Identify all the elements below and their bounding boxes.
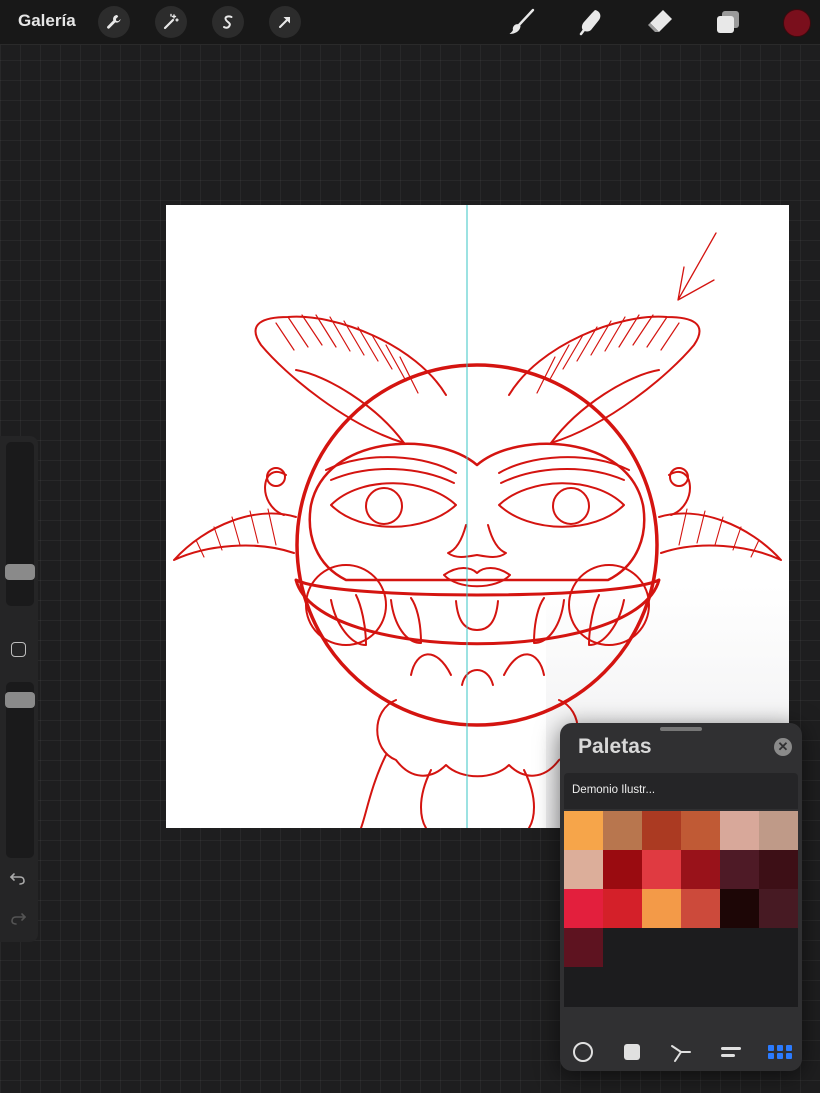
layers-icon[interactable]: [711, 6, 745, 38]
color-swatch[interactable]: [564, 928, 603, 967]
brush-size-slider[interactable]: [6, 442, 34, 606]
undo-icon[interactable]: [8, 868, 28, 894]
eraser-icon[interactable]: [643, 6, 677, 38]
color-swatch[interactable]: [759, 811, 798, 850]
wrench-icon[interactable]: [98, 6, 130, 38]
opacity-slider[interactable]: [6, 682, 34, 858]
panel-title: Paletas: [578, 735, 652, 758]
classic-icon[interactable]: [616, 1033, 648, 1071]
color-swatch[interactable]: [564, 811, 603, 850]
color-swatch[interactable]: [720, 850, 759, 889]
color-swatch[interactable]: [603, 850, 642, 889]
color-swatch[interactable]: [720, 811, 759, 850]
color-swatch[interactable]: [603, 889, 642, 928]
top-toolbar: Galería: [0, 0, 820, 45]
palette-header[interactable]: Demonio Ilustr...: [564, 773, 798, 809]
smudge-icon[interactable]: [574, 6, 608, 38]
current-color-button[interactable]: [783, 9, 811, 37]
panel-grabber[interactable]: [660, 727, 702, 731]
color-swatch[interactable]: [564, 889, 603, 928]
color-swatch[interactable]: [759, 850, 798, 889]
value-icon[interactable]: [715, 1033, 747, 1071]
brush-icon[interactable]: [505, 6, 539, 38]
color-swatch[interactable]: [681, 811, 720, 850]
magic-wand-icon[interactable]: [155, 6, 187, 38]
harmony-icon[interactable]: [665, 1033, 697, 1071]
color-swatch[interactable]: [603, 811, 642, 850]
palettes-panel: Paletas ✕ Demonio Ilustr...: [560, 723, 802, 1071]
color-swatch[interactable]: [720, 889, 759, 928]
color-swatch[interactable]: [642, 889, 681, 928]
color-mode-bar: [560, 1033, 802, 1071]
brush-size-knob[interactable]: [5, 564, 35, 580]
selection-icon[interactable]: [212, 6, 244, 38]
color-swatch[interactable]: [681, 889, 720, 928]
color-swatch[interactable]: [564, 850, 603, 889]
move-arrow-icon[interactable]: [269, 6, 301, 38]
opacity-knob[interactable]: [5, 692, 35, 708]
left-sidebar: [0, 436, 38, 942]
palette-swatches: [564, 811, 798, 1007]
disc-icon[interactable]: [567, 1033, 599, 1071]
color-swatch[interactable]: [759, 889, 798, 928]
close-icon[interactable]: ✕: [774, 738, 792, 756]
color-swatch[interactable]: [642, 811, 681, 850]
color-swatch[interactable]: [642, 850, 681, 889]
color-swatch[interactable]: [681, 850, 720, 889]
modify-button[interactable]: [11, 642, 26, 657]
gallery-button[interactable]: Galería: [18, 11, 76, 31]
palette-name: Demonio Ilustr...: [572, 784, 656, 796]
palettes-icon[interactable]: [764, 1033, 796, 1071]
redo-icon[interactable]: [8, 908, 28, 934]
